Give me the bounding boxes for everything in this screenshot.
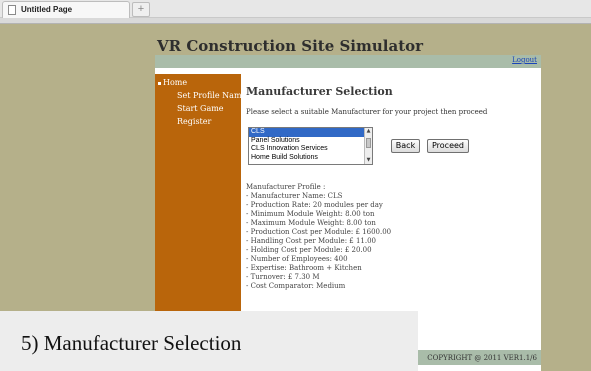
sidebar-item-set-profile-name[interactable]: Set Profile Name: [177, 91, 246, 100]
manufacturer-option[interactable]: Home Build Solutions: [249, 154, 372, 163]
profile-line: - Maximum Module Weight: 8.00 ton: [246, 219, 376, 227]
profile-line: - Manufacturer Name: CLS: [246, 192, 343, 200]
instruction-text: Please select a suitable Manufacturer fo…: [246, 108, 488, 116]
new-tab-button[interactable]: +: [132, 2, 150, 17]
profile-line: - Holding Cost per Module: £ 20.00: [246, 246, 372, 254]
scroll-down-icon[interactable]: ▼: [365, 157, 372, 164]
scroll-up-icon[interactable]: ▲: [365, 128, 372, 135]
profile-line: - Cost Comparator: Medium: [246, 282, 346, 290]
scroll-thumb[interactable]: [366, 138, 371, 148]
footer-bar: COPYRIGHT @ 2011 VER1.1/6: [418, 350, 541, 365]
manufacturer-option[interactable]: CLS: [249, 128, 372, 137]
profile-title: Manufacturer Profile :: [246, 183, 326, 191]
back-button[interactable]: Back: [391, 139, 420, 153]
manufacturer-option[interactable]: CLS Innovation Services: [249, 145, 372, 154]
sidebar-item-label: Home: [163, 78, 188, 87]
proceed-button[interactable]: Proceed: [427, 139, 469, 153]
logout-link[interactable]: Logout: [512, 56, 537, 64]
caption-text: 5) Manufacturer Selection: [21, 331, 242, 355]
profile-line: - Expertise: Bathroom + Kitchen: [246, 264, 362, 272]
manufacturer-option[interactable]: Panel Solutions: [249, 137, 372, 146]
page-icon: [8, 5, 16, 15]
listbox-scrollbar[interactable]: ▲ ▼: [364, 128, 372, 164]
copyright-text: COPYRIGHT @ 2011 VER1.1/6: [427, 354, 537, 362]
profile-line: - Handling Cost per Module: £ 11.00: [246, 237, 376, 245]
browser-toolbar: [0, 18, 591, 24]
sidebar-item-start-game[interactable]: Start Game: [177, 104, 224, 113]
browser-tab-strip: Untitled Page +: [0, 0, 591, 18]
sidebar-item-register[interactable]: Register: [177, 117, 211, 126]
manufacturer-profile: Manufacturer Profile : - Manufacturer Na…: [246, 183, 391, 291]
profile-line: - Production Cost per Module: £ 1600.00: [246, 228, 392, 236]
profile-line: - Production Rate: 20 modules per day: [246, 201, 383, 209]
browser-tab-title: Untitled Page: [21, 5, 73, 14]
manufacturer-listbox[interactable]: CLS Panel Solutions CLS Innovation Servi…: [248, 127, 373, 165]
profile-line: - Minimum Module Weight: 8.00 ton: [246, 210, 375, 218]
site-title: VR Construction Site Simulator: [157, 37, 424, 55]
sidebar-item-home[interactable]: Home: [158, 78, 187, 87]
bullet-icon: [158, 81, 161, 85]
caption-panel: 5) Manufacturer Selection: [0, 311, 418, 371]
browser-tab[interactable]: Untitled Page: [2, 1, 130, 18]
profile-line: - Number of Employees: 400: [246, 255, 348, 263]
profile-line: - Turnover: £ 7.30 M: [246, 273, 320, 281]
page-title: Manufacturer Selection: [246, 85, 393, 98]
header-bar: Logout: [155, 55, 541, 68]
